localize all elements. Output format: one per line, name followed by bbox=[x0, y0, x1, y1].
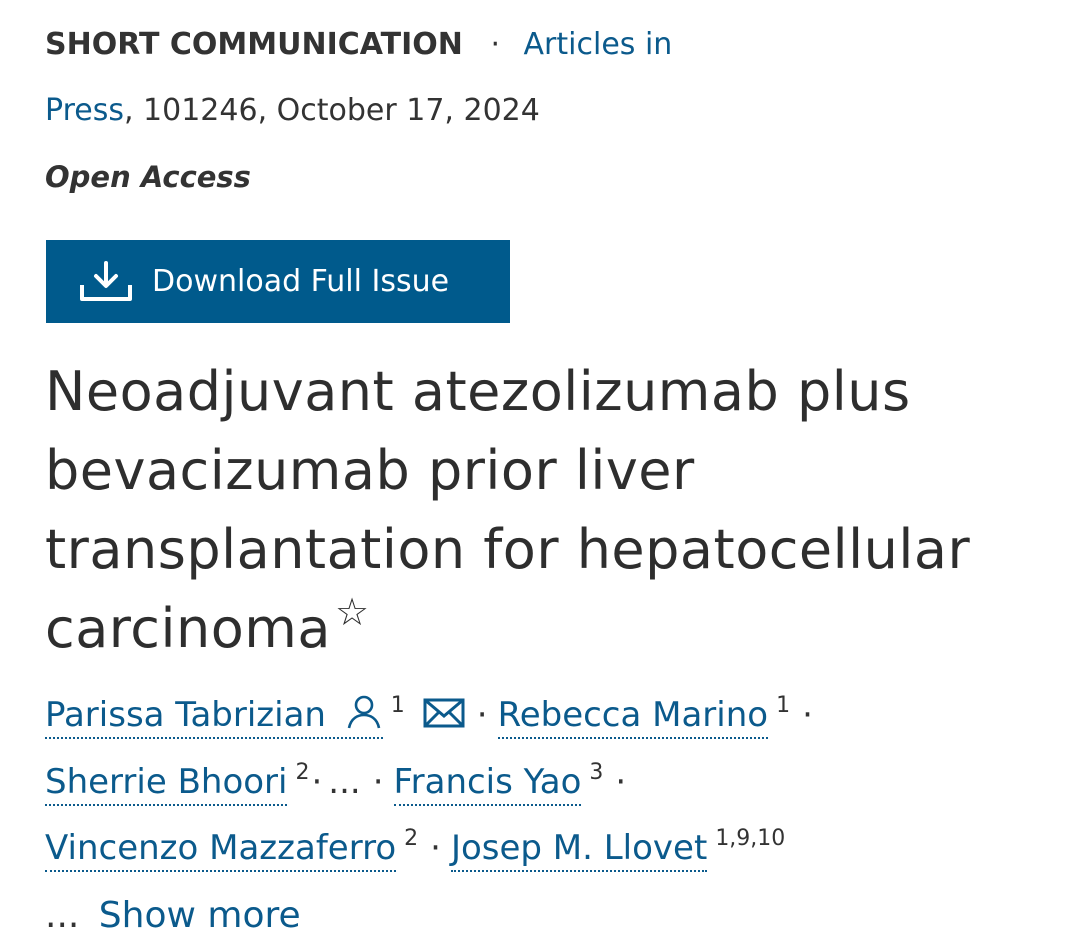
author-link[interactable]: Sherrie Bhoori bbox=[45, 762, 288, 806]
author-separator: · bbox=[311, 762, 323, 802]
affiliation-sup: 2 bbox=[404, 826, 419, 851]
issue-link[interactable]: Articles in bbox=[524, 27, 673, 62]
article-title-text: Neoadjuvant atezolizumab plus bevacizuma… bbox=[45, 360, 971, 660]
affiliation-sup: 1 bbox=[390, 693, 405, 718]
meta-separator: · bbox=[490, 27, 500, 62]
author-separator: · bbox=[430, 828, 441, 868]
affiliation-sup: 2 bbox=[295, 760, 310, 785]
person-icon bbox=[347, 695, 381, 728]
affiliation-sup: 3 bbox=[589, 760, 604, 785]
show-more-ellipsis: ... bbox=[45, 895, 80, 936]
author-separator: · bbox=[615, 762, 627, 802]
show-more-link[interactable]: Show more bbox=[99, 895, 301, 936]
author-line: Sherrie Bhoori 2 · ... · Francis Yao 3 · bbox=[45, 760, 636, 806]
affiliation-sup: 1,9,10 bbox=[715, 826, 786, 851]
open-access-label: Open Access bbox=[45, 160, 251, 194]
article-type: SHORT COMMUNICATION bbox=[45, 27, 463, 62]
authors-ellipsis: ... bbox=[328, 762, 361, 802]
mail-icon[interactable] bbox=[423, 698, 465, 728]
issue-link-cont[interactable]: Press bbox=[45, 93, 124, 128]
citation-text: , 101246, October 17, 2024 bbox=[123, 93, 540, 128]
download-button-label: Download Full Issue bbox=[152, 264, 450, 299]
article-title: Neoadjuvant atezolizumab plus bevacizuma… bbox=[45, 352, 1055, 674]
author-separator: · bbox=[372, 762, 384, 802]
author-link[interactable]: Vincenzo Mazzaferro bbox=[45, 828, 397, 872]
title-footnote-marker[interactable]: ☆ bbox=[335, 590, 370, 634]
author-line: Parissa Tabrizian 1 · Rebecca Marino 1 · bbox=[45, 693, 823, 739]
author-name: Parissa Tabrizian bbox=[45, 695, 326, 735]
affiliation-sup: 1 bbox=[776, 693, 791, 718]
author-link[interactable]: Josep M. Llovet bbox=[450, 828, 708, 872]
article-citation: Press, 101246, October 17, 2024 bbox=[45, 93, 540, 128]
author-separator: · bbox=[476, 695, 488, 735]
author-link[interactable]: Rebecca Marino bbox=[497, 695, 769, 739]
author-link[interactable]: Francis Yao bbox=[393, 762, 582, 806]
author-line: Vincenzo Mazzaferro 2 · Josep M. Llovet … bbox=[45, 826, 786, 872]
author-link[interactable]: Parissa Tabrizian bbox=[45, 695, 383, 739]
author-separator: · bbox=[802, 695, 813, 735]
show-more-row: ... Show more bbox=[45, 895, 301, 936]
article-meta: SHORT COMMUNICATION · Articles in bbox=[45, 27, 672, 62]
download-full-issue-button[interactable]: Download Full Issue bbox=[46, 240, 510, 323]
download-icon bbox=[80, 260, 132, 301]
